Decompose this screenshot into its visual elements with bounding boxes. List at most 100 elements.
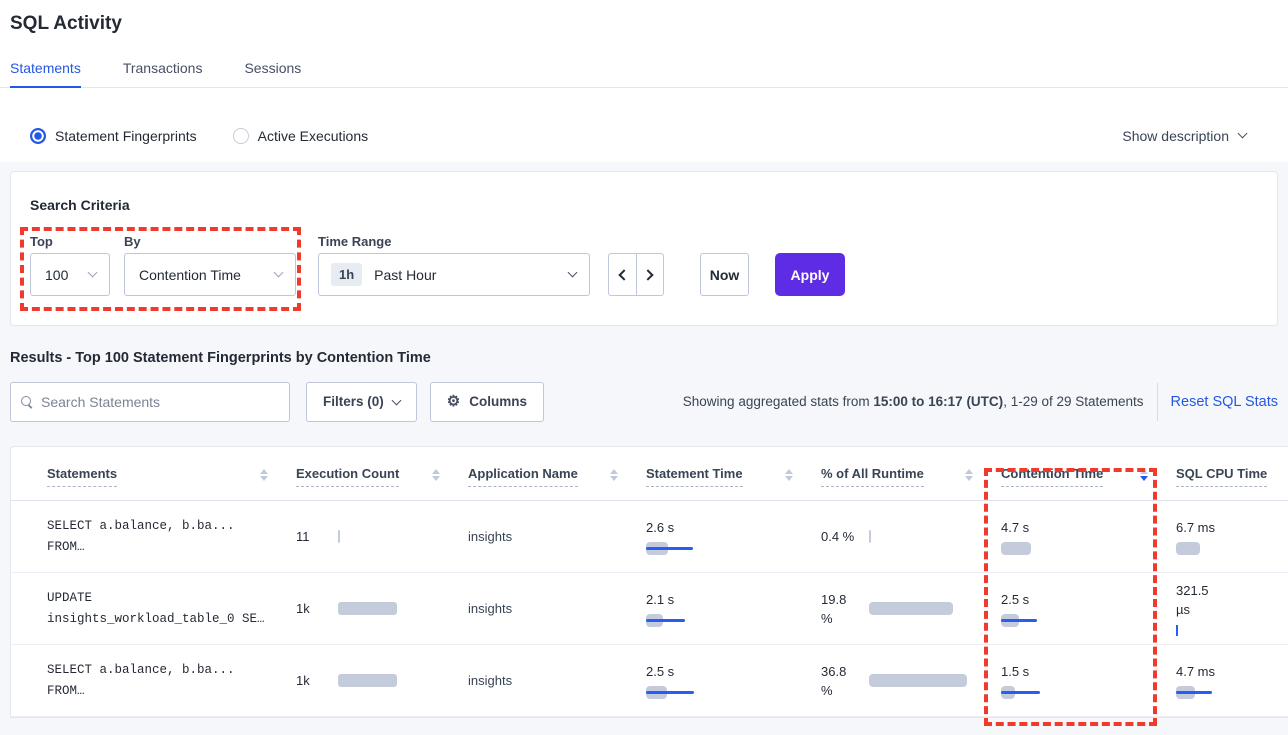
contention-time-cell: 2.5 s [1001,590,1176,627]
sort-asc-icon [785,469,793,474]
statement-cell[interactable]: SELECT a.balance, b.ba...FROM… [47,516,296,558]
statement-time-value: 2.5 s [646,662,696,681]
sort-desc-icon [260,476,268,481]
column-header-label: Statements [47,466,117,487]
radio-selected-icon [30,128,46,144]
table-row: SELECT a.balance, b.ba...FROM…11insights… [11,501,1288,573]
sql-cpu-time-bar [1176,542,1288,555]
sort-asc-icon [432,469,440,474]
column-header-contention-time[interactable]: Contention Time [1001,466,1176,500]
reset-sql-stats-link[interactable]: Reset SQL Stats [1171,394,1278,410]
apply-button[interactable]: Apply [775,253,845,296]
table-header-row: Statements Execution CountApplication Nam… [11,447,1288,501]
now-button[interactable]: Now [700,253,749,296]
filters-label: Filters (0) [323,394,384,409]
statement-cell[interactable]: UPDATEinsights_workload_table_0 SE… [47,588,296,630]
pct-runtime-value: 19.8 % [821,590,859,628]
statement-text: SELECT a.balance, b.ba... [47,660,296,681]
sort-asc-icon [260,469,268,474]
chevron-right-icon [643,269,654,280]
show-description-label: Show description [1122,128,1229,144]
statement-time-cell: 2.6 s [646,518,821,555]
statement-time-bar-line [646,691,694,694]
statement-time-bar [646,686,821,699]
statement-time-cell: 2.1 s [646,590,821,627]
sort-icons[interactable] [260,466,268,481]
contention-time-bar [1001,686,1176,699]
sort-desc-icon [610,476,618,481]
radio-statement-fingerprints[interactable]: Statement Fingerprints [30,128,197,144]
statement-time-cell: 2.5 s [646,662,821,699]
statement-text: FROM… [47,681,296,702]
search-criteria-card: Search Criteria Top By Time Range 100 Co… [10,171,1278,326]
top-select[interactable]: 100 [30,253,110,296]
statement-text: FROM… [47,537,296,558]
gear-icon: ⚙ [447,394,460,409]
time-range-value: Past Hour [374,267,436,283]
table-body: SELECT a.balance, b.ba...FROM…11insights… [11,501,1288,717]
column-header-label: SQL CPU Time [1176,466,1267,487]
column-header-label: Statement Time [646,466,743,487]
column-header-label: Application Name [468,466,578,487]
chevron-left-icon [618,269,629,280]
pct-runtime-bar [869,530,871,543]
columns-button[interactable]: ⚙ Columns [430,382,544,422]
column-header-label: % of All Runtime [821,466,924,487]
sort-icons[interactable] [785,466,793,481]
statement-time-value: 2.6 s [646,518,696,537]
statement-text: insights_workload_table_0 SE… [47,609,296,630]
page-header: SQL Activity [0,0,1288,35]
contention-time-value: 2.5 s [1001,590,1051,609]
previous-interval-button[interactable] [609,254,637,295]
search-statements-input[interactable] [41,394,279,410]
column-header-execution-count[interactable]: Execution Count [296,466,468,500]
column-header-of-all-runtime[interactable]: % of All Runtime [821,466,1001,500]
statement-cell[interactable]: SELECT a.balance, b.ba...FROM… [47,660,296,702]
tab-sessions[interactable]: Sessions [244,60,301,87]
sort-asc-icon [610,469,618,474]
execution-count-bar [338,530,340,543]
tab-transactions[interactable]: Transactions [123,60,203,87]
sort-icons[interactable] [432,466,440,481]
application-name-cell: insights [468,529,646,544]
view-toggle-bar: Statement Fingerprints Active Executions… [0,109,1288,162]
sort-asc-icon [965,469,973,474]
time-range-badge: 1h [331,263,362,286]
sql-cpu-time-cell: 321.5 µs [1176,581,1288,637]
pct-runtime-cell: 36.8 % [821,662,1001,700]
statement-time-value: 2.1 s [646,590,696,609]
time-range-arrows [608,253,664,296]
tab-statements[interactable]: Statements [10,60,81,87]
column-header-statements[interactable]: Statements [47,466,296,500]
by-select[interactable]: Contention Time [124,253,296,296]
stats-range: 15:00 to 16:17 (UTC) [873,394,1003,409]
sql-cpu-time-value: 6.7 ms [1176,518,1226,537]
search-icon [21,396,32,407]
column-header-application-name[interactable]: Application Name [468,466,646,500]
column-header-label: Contention Time [1001,466,1103,487]
sort-icons[interactable] [610,466,618,481]
table-row: UPDATEinsights_workload_table_0 SE…1kins… [11,573,1288,645]
results-toolbar: Filters (0) ⚙ Columns Showing aggregated… [10,381,1278,422]
columns-label: Columns [469,394,527,409]
execution-count-cell: 1k [296,673,468,688]
sql-cpu-time-value: 321.5 µs [1176,581,1226,619]
radio-active-executions[interactable]: Active Executions [233,128,369,144]
search-criteria-title: Search Criteria [30,197,130,213]
sql-cpu-time-bar-line [1176,691,1212,694]
next-interval-button[interactable] [637,254,664,295]
top-select-value: 100 [45,267,68,283]
execution-count-cell: 11 [296,529,468,544]
show-description-toggle[interactable]: Show description [1122,128,1246,144]
statement-time-bar-line [646,619,685,622]
sort-icons[interactable] [1140,466,1148,481]
application-name-cell: insights [468,673,646,688]
radio-label: Statement Fingerprints [55,128,197,144]
filters-button[interactable]: Filters (0) [306,382,417,422]
stats-prefix: Showing aggregated stats from [683,394,874,409]
column-header-statement-time[interactable]: Statement Time [646,466,821,500]
time-range-select[interactable]: 1h Past Hour [318,253,590,296]
sort-icons[interactable] [965,466,973,481]
sql-cpu-time-bar-tick [1176,625,1178,636]
tab-bar: Statements Transactions Sessions [0,60,1288,88]
